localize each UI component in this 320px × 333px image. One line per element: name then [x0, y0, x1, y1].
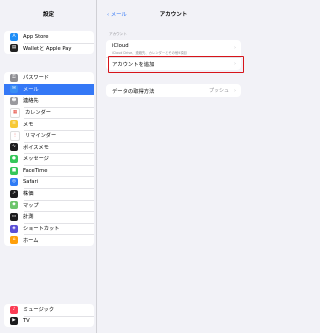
sidebar-item-wallet[interactable]: ▤ Walletと Apple Pay: [4, 42, 94, 55]
app-store-icon: A: [10, 32, 18, 41]
sidebar-item-label: ショートカット: [23, 226, 60, 233]
notes-icon: ≡: [10, 120, 18, 129]
safari-icon: ◎: [10, 178, 18, 187]
settings-sidebar: 設定 A App Store ▤ Walletと Apple Pay ⚿ パスワード ✉ メ…: [0, 0, 97, 333]
sidebar-item-label: メモ: [23, 121, 34, 128]
sidebar-item-calendar[interactable]: ▦ カレンダー: [4, 106, 94, 119]
sidebar-item-label: Safari: [23, 179, 39, 186]
wallet-icon: ▤: [10, 44, 18, 53]
calendar-icon: ▦: [10, 107, 20, 118]
sidebar-item-stocks[interactable]: ↗ 株価: [4, 187, 94, 200]
fetch-card: データの取得方法 プッシュ ›: [106, 84, 241, 97]
sidebar-item-label: ホーム: [23, 237, 39, 244]
sidebar-item-messages[interactable]: ● メッセージ: [4, 153, 94, 165]
sidebar-group-media: ♪ ミュージック ▶ TV: [4, 304, 94, 328]
sidebar-item-label: メール: [23, 86, 39, 93]
mail-icon: ✉: [10, 85, 18, 94]
fetch-new-data-row[interactable]: データの取得方法 プッシュ ›: [106, 84, 241, 97]
sidebar-item-maps[interactable]: ◆ マップ: [4, 199, 94, 212]
fetch-value: プッシュ: [208, 88, 229, 94]
icloud-subtitle: iCloud Drive、連絡先、カレンダーとその他9項目: [112, 51, 187, 55]
voice-memo-icon: ∿: [10, 143, 18, 152]
sidebar-group-apps: ⚿ パスワード ✉ メール ☻ 連絡先 ▦ カレンダー ≡ メモ ⋮ リマインダー ∿ ボイスメモ ● メッセ…: [4, 72, 94, 246]
sidebar-item-reminders[interactable]: ⋮ リマインダー: [4, 129, 94, 142]
contacts-icon: ☻: [10, 96, 18, 105]
sidebar-item-label: Walletと Apple Pay: [23, 45, 72, 52]
sidebar-item-voice-memo[interactable]: ∿ ボイスメモ: [4, 141, 94, 154]
sidebar-item-home[interactable]: ⌂ ホーム: [4, 234, 94, 246]
sidebar-item-label: 株価: [23, 191, 34, 198]
sidebar-item-key[interactable]: ⚿ パスワード: [4, 72, 94, 84]
measure-icon: ▭: [10, 212, 18, 221]
sidebar-item-mail[interactable]: ✉ メール: [4, 83, 94, 96]
page-title: アカウント: [159, 12, 188, 18]
sidebar-item-label: ミュージック: [23, 307, 55, 314]
tv-icon: ▶: [10, 317, 18, 326]
reminders-icon: ⋮: [10, 130, 20, 141]
key-icon: ⚿: [10, 73, 18, 82]
shortcuts-icon: ◈: [10, 224, 18, 233]
sidebar-item-safari[interactable]: ◎ Safari: [4, 176, 94, 188]
detail-pane: ‹ メール アカウント アカウント iCloud iCloud Drive、連絡…: [97, 0, 250, 333]
sidebar-item-notes[interactable]: ≡ メモ: [4, 118, 94, 130]
stocks-icon: ↗: [10, 189, 18, 198]
chevron-right-icon: ›: [234, 45, 236, 51]
sidebar-item-label: TV: [23, 318, 30, 325]
messages-icon: ●: [10, 154, 18, 163]
chevron-right-icon: ›: [234, 87, 236, 94]
sidebar-item-label: 連絡先: [23, 98, 39, 105]
sidebar-item-label: メッセージ: [23, 156, 49, 163]
sidebar-item-label: マップ: [23, 202, 39, 209]
sidebar-item-label: リマインダー: [25, 133, 57, 140]
fetch-label: データの取得方法: [112, 88, 155, 95]
sidebar-title: 設定: [42, 12, 54, 18]
sidebar-item-label: パスワード: [23, 75, 49, 82]
sidebar-item-tv[interactable]: ▶ TV: [4, 315, 94, 328]
sidebar-item-music[interactable]: ♪ ミュージック: [4, 304, 94, 316]
sidebar-item-label: ボイスメモ: [23, 144, 49, 151]
highlight-box: [108, 56, 244, 73]
sidebar-item-shortcuts[interactable]: ◈ ショートカット: [4, 222, 94, 235]
maps-icon: ◆: [10, 201, 18, 210]
sidebar-item-app-store[interactable]: A App Store: [4, 31, 94, 43]
sidebar-item-label: カレンダー: [25, 110, 51, 117]
section-header: アカウント: [109, 32, 127, 36]
sidebar-item-label: 計測: [23, 214, 34, 221]
icloud-title: iCloud: [112, 42, 129, 49]
sidebar-item-label: App Store: [23, 33, 49, 40]
sidebar-item-contacts[interactable]: ☻ 連絡先: [4, 95, 94, 107]
icloud-account-row[interactable]: iCloud iCloud Drive、連絡先、カレンダーとその他9項目 ›: [106, 40, 241, 57]
sidebar-item-facetime[interactable]: ■ FaceTime: [4, 164, 94, 177]
music-icon: ♪: [10, 305, 18, 314]
facetime-icon: ■: [10, 166, 18, 175]
sidebar-group-store: A App Store ▤ Walletと Apple Pay: [4, 31, 94, 55]
sidebar-item-label: FaceTime: [23, 167, 48, 174]
home-icon: ⌂: [10, 236, 18, 245]
sidebar-item-measure[interactable]: ▭ 計測: [4, 211, 94, 223]
